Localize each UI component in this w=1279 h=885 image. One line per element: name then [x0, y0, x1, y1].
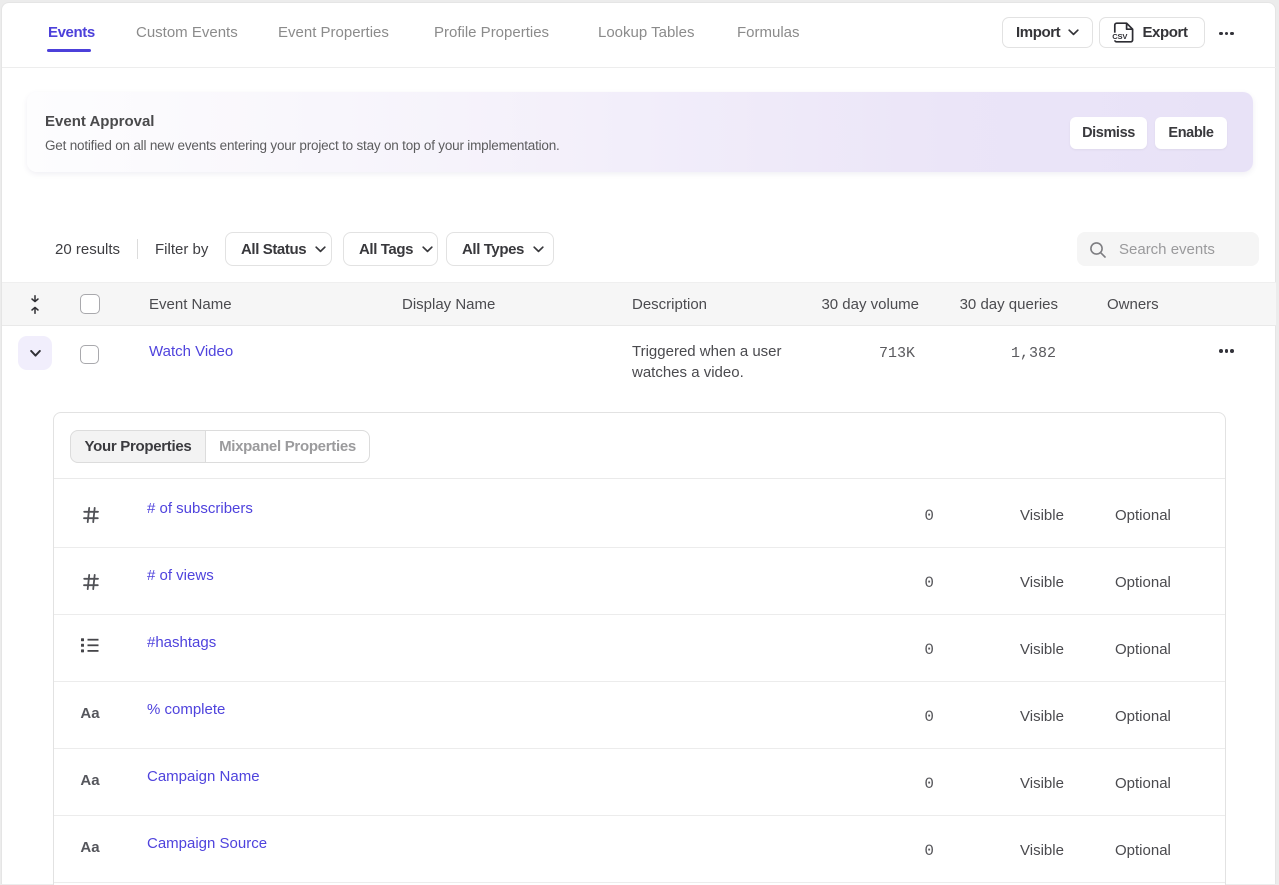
svg-text:CSV: CSV	[1112, 32, 1128, 41]
